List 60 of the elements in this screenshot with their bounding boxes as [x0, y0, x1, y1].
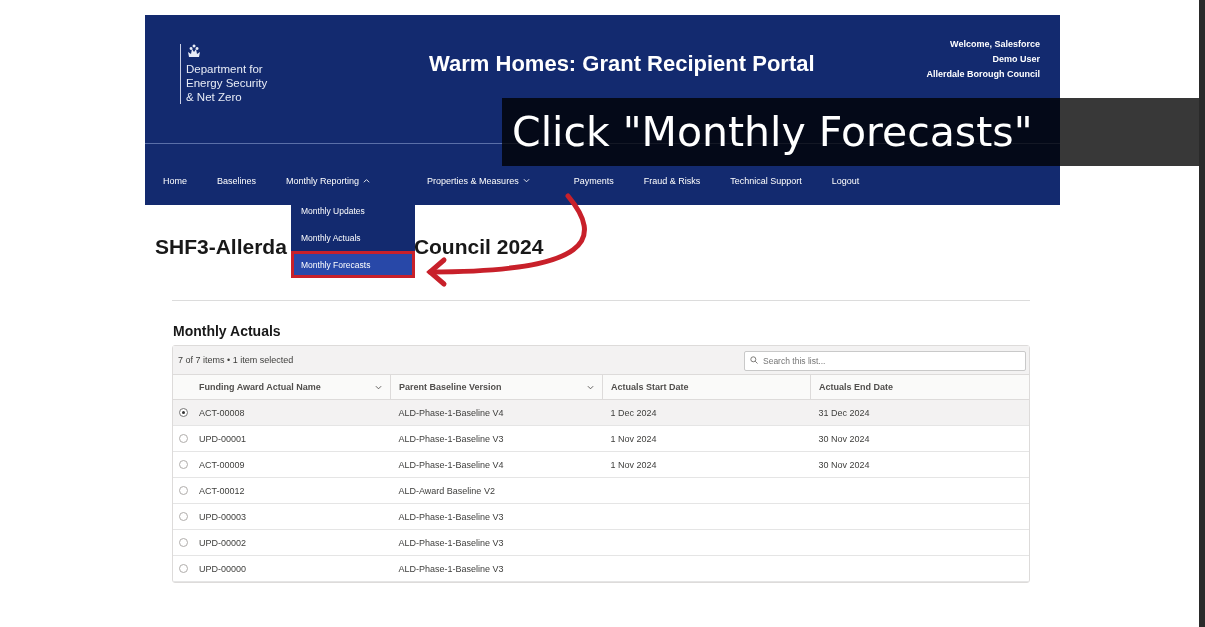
nav-link[interactable]: Home: [163, 175, 187, 186]
table-cell: 1 Dec 2024: [610, 407, 657, 418]
chevron-icon: [375, 384, 382, 390]
table-cell: ALD-Phase-1-Baseline V4: [398, 459, 504, 470]
menu-item[interactable]: Monthly Forecasts: [291, 251, 415, 278]
column-header[interactable]: Actuals Start Date: [602, 374, 811, 400]
table-cell: ALD-Phase-1-Baseline V3: [398, 537, 504, 548]
radio-button[interactable]: [179, 486, 188, 495]
radio-button[interactable]: [179, 460, 188, 469]
table-cell: 30 Nov 2024: [818, 459, 870, 470]
menu-item[interactable]: Monthly Updates: [291, 197, 415, 224]
search-icon: [750, 356, 758, 364]
radio-button[interactable]: [179, 564, 188, 573]
table-cell: ACT-00009: [199, 459, 245, 470]
department-name: Department for: [186, 62, 264, 76]
portal-title: Warm Homes: Grant Recipient Portal: [428, 51, 816, 77]
radio-button[interactable]: [179, 538, 188, 547]
table-cell: UPD-00002: [199, 537, 247, 548]
item-count: 7 of 7 items • 1 item selected: [178, 355, 294, 365]
page-title: SHF3-Allerda: [155, 235, 287, 260]
table-cell: UPD-00000: [199, 563, 247, 574]
table-cell: ALD-Phase-1-Baseline V4: [398, 407, 504, 418]
column-header[interactable]: Parent Baseline Version: [390, 374, 603, 400]
welcome-text: Welcome, Salesforce: [950, 37, 1040, 51]
nav-link[interactable]: Baselines: [217, 175, 257, 186]
radio-button[interactable]: [179, 434, 188, 443]
section-title: Monthly Actuals: [173, 323, 282, 339]
table-cell: ACT-00008: [199, 407, 245, 418]
table-cell: ALD-Phase-1-Baseline V3: [398, 563, 504, 574]
table-cell: ALD-Award Baseline V2: [398, 485, 495, 496]
page-title: Council 2024: [413, 235, 544, 260]
table-cell: UPD-00003: [199, 511, 247, 522]
nav-link[interactable]: Technical Support: [730, 175, 802, 186]
chevron-icon: [363, 178, 371, 183]
nav-link[interactable]: Payments: [573, 175, 614, 186]
nav-link[interactable]: Monthly Reporting: [286, 175, 371, 186]
table-cell: ACT-00012: [199, 485, 245, 496]
menu-item[interactable]: Monthly Actuals: [291, 224, 415, 251]
column-header[interactable]: Actuals End Date: [810, 374, 1029, 400]
search-field[interactable]: Search this list...: [744, 351, 1026, 371]
department-name: & Net Zero: [186, 90, 243, 104]
radio-button[interactable]: [179, 512, 188, 521]
table-cell: 31 Dec 2024: [818, 407, 870, 418]
table-cell: 1 Nov 2024: [610, 459, 657, 470]
nav-link[interactable]: Logout: [831, 175, 860, 186]
table-cell: 1 Nov 2024: [610, 433, 657, 444]
table-cell: UPD-00001: [199, 433, 247, 444]
welcome-text: Demo User: [992, 52, 1040, 66]
nav-link[interactable]: Fraud & Risks: [643, 175, 701, 186]
department-name: Energy Security: [186, 76, 268, 90]
welcome-text: Allerdale Borough Council: [926, 67, 1040, 81]
column-header[interactable]: Funding Award Actual Name: [191, 374, 391, 400]
chevron-icon: [522, 178, 530, 183]
radio-button[interactable]: [179, 408, 188, 417]
crest-icon: [186, 44, 202, 58]
chevron-icon: [587, 384, 594, 390]
table-cell: 30 Nov 2024: [818, 433, 870, 444]
table-cell: ALD-Phase-1-Baseline V3: [398, 433, 504, 444]
nav-link[interactable]: Properties & Measures: [427, 175, 530, 186]
table-cell: ALD-Phase-1-Baseline V3: [398, 511, 504, 522]
